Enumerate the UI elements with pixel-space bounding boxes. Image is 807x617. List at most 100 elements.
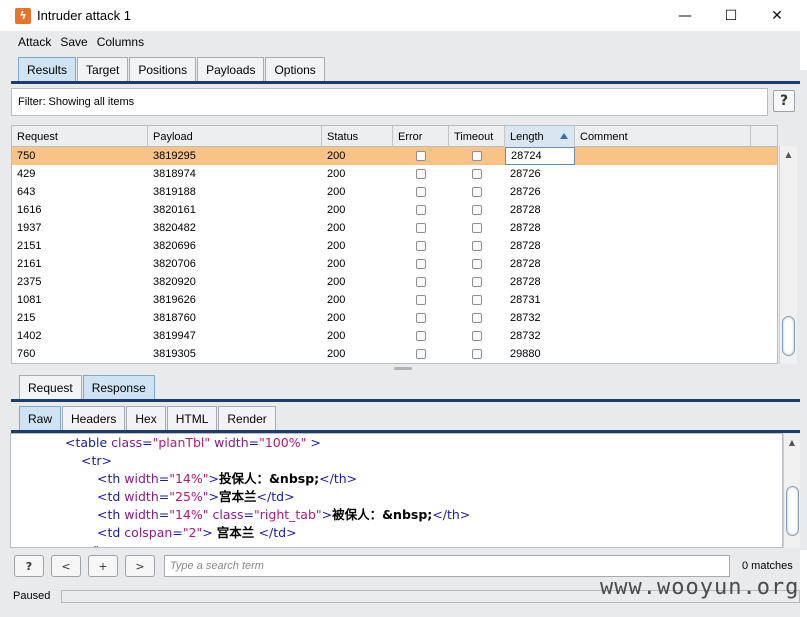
column-length-label: Length: [510, 130, 544, 143]
checkbox: [416, 151, 426, 161]
cell-length: 28726: [510, 186, 541, 198]
cell-error: [393, 309, 449, 327]
code-token: =: [172, 525, 183, 540]
cell-request: 1081: [17, 294, 42, 306]
checkbox: [472, 223, 482, 233]
menu-columns[interactable]: Columns: [97, 35, 144, 49]
code-token: =: [158, 471, 170, 486]
tab-raw[interactable]: Raw: [19, 406, 62, 430]
checkbox: [472, 295, 482, 305]
code-token: 宫本兰: [216, 525, 259, 540]
cell-payload: 3820696: [153, 240, 196, 252]
column-status[interactable]: Status: [322, 126, 393, 147]
main-tabs: Results Target Positions Payloads Option…: [18, 57, 326, 81]
tab-render[interactable]: Render: [218, 406, 276, 430]
filter-text: Filter: Showing all items: [18, 96, 135, 108]
code-token: "14%": [169, 507, 209, 522]
table-row[interactable]: 429 3818974 200 28726: [12, 165, 777, 183]
table-row[interactable]: 760 3819305 200 29880: [12, 345, 777, 363]
cell-request: 1937: [17, 222, 42, 234]
cell-error: [393, 219, 449, 237]
code-token: width: [214, 435, 249, 450]
pane-splitter-handle[interactable]: [394, 367, 412, 370]
cell-payload: 3819626: [153, 294, 196, 306]
column-comment[interactable]: Comment: [575, 126, 751, 147]
next-match-button[interactable]: >: [125, 555, 155, 577]
menu-save[interactable]: Save: [60, 35, 87, 49]
table-row[interactable]: 1402 3819947 200 28732: [12, 327, 777, 345]
cell-length: 28728: [510, 204, 541, 216]
column-request[interactable]: Request: [12, 126, 148, 147]
code-token: =: [142, 435, 153, 450]
previous-match-button[interactable]: <: [51, 555, 81, 577]
scroll-up-icon[interactable]: ▲: [780, 146, 797, 162]
cell-error: [393, 183, 449, 201]
cell-length: 28728: [510, 276, 541, 288]
tab-positions[interactable]: Positions: [129, 57, 197, 81]
cell-comment: [575, 345, 751, 363]
tab-headers[interactable]: Headers: [62, 406, 126, 430]
search-help-button[interactable]: ?: [14, 555, 44, 577]
checkbox: [472, 169, 482, 179]
cell-timeout: [449, 165, 505, 183]
cell-request: 2375: [17, 276, 42, 288]
column-length[interactable]: Length: [505, 126, 575, 147]
response-scroll-thumb[interactable]: [786, 486, 799, 536]
table-row[interactable]: 643 3819188 200 28726: [12, 183, 777, 201]
cell-request: 643: [17, 186, 36, 198]
response-scrollbar[interactable]: ▲: [783, 434, 800, 548]
tab-request[interactable]: Request: [19, 375, 82, 399]
results-scrollbar[interactable]: ▲: [779, 146, 797, 364]
results-scroll-thumb[interactable]: [782, 316, 795, 356]
tab-options[interactable]: Options: [265, 57, 325, 81]
scroll-up-icon[interactable]: ▲: [784, 434, 800, 450]
search-input[interactable]: Type a search term: [164, 555, 730, 577]
cell-payload: 3818760: [153, 312, 196, 324]
cell-comment: [575, 201, 751, 219]
cell-length: 29880: [510, 348, 541, 360]
table-row[interactable]: 1937 3820482 200 28728: [12, 219, 777, 237]
code-token: width: [124, 471, 159, 486]
cell-status: 200: [327, 186, 346, 198]
code-line: <tr>: [81, 452, 112, 470]
cell-length: 28732: [510, 312, 541, 324]
close-button[interactable]: ✕: [754, 0, 800, 31]
menu-bar: Attack Save Columns: [0, 31, 800, 53]
tab-html[interactable]: HTML: [166, 406, 218, 430]
code-token: =: [158, 507, 170, 522]
checkbox: [416, 205, 426, 215]
cell-status: 200: [327, 348, 346, 360]
add-search-button[interactable]: +: [88, 555, 118, 577]
cell-error: [393, 237, 449, 255]
tab-results[interactable]: Results: [18, 57, 77, 81]
tab-target[interactable]: Target: [77, 57, 129, 81]
column-error[interactable]: Error: [393, 126, 449, 147]
cell-request: 429: [17, 168, 36, 180]
response-raw-view[interactable]: <table class="planTbl" width="100%" > <tr…: [10, 433, 783, 548]
cell-comment: [575, 309, 751, 327]
table-row[interactable]: 2151 3820696 200 28728: [12, 237, 777, 255]
maximize-button[interactable]: ☐: [708, 0, 754, 31]
table-row[interactable]: 750 3819295 200 28724: [12, 147, 777, 165]
column-timeout[interactable]: Timeout: [449, 126, 505, 147]
code-token: <th: [97, 507, 125, 522]
watermark-text: www.wooyun.org: [600, 575, 800, 600]
cell-status: 200: [327, 204, 346, 216]
filter-bar[interactable]: Filter: Showing all items: [11, 88, 768, 116]
table-row[interactable]: 215 3818760 200 28732: [12, 309, 777, 327]
table-row[interactable]: 1081 3819626 200 28731: [12, 291, 777, 309]
tab-hex[interactable]: Hex: [126, 406, 166, 430]
filter-help-button[interactable]: ?: [773, 90, 795, 112]
code-token: >: [208, 489, 220, 504]
cell-comment: [575, 273, 751, 291]
tab-payloads[interactable]: Payloads: [197, 57, 265, 81]
table-row[interactable]: 1616 3820161 200 28728: [12, 201, 777, 219]
table-row[interactable]: 2161 3820706 200 28728: [12, 255, 777, 273]
table-header: Request Payload Status Error Timeout Len…: [12, 126, 777, 147]
minimize-button[interactable]: —: [662, 0, 708, 31]
menu-attack[interactable]: Attack: [18, 35, 51, 49]
column-payload[interactable]: Payload: [148, 126, 322, 147]
tab-response[interactable]: Response: [82, 375, 155, 399]
checkbox: [472, 187, 482, 197]
table-row[interactable]: 2375 3820920 200 28728: [12, 273, 777, 291]
